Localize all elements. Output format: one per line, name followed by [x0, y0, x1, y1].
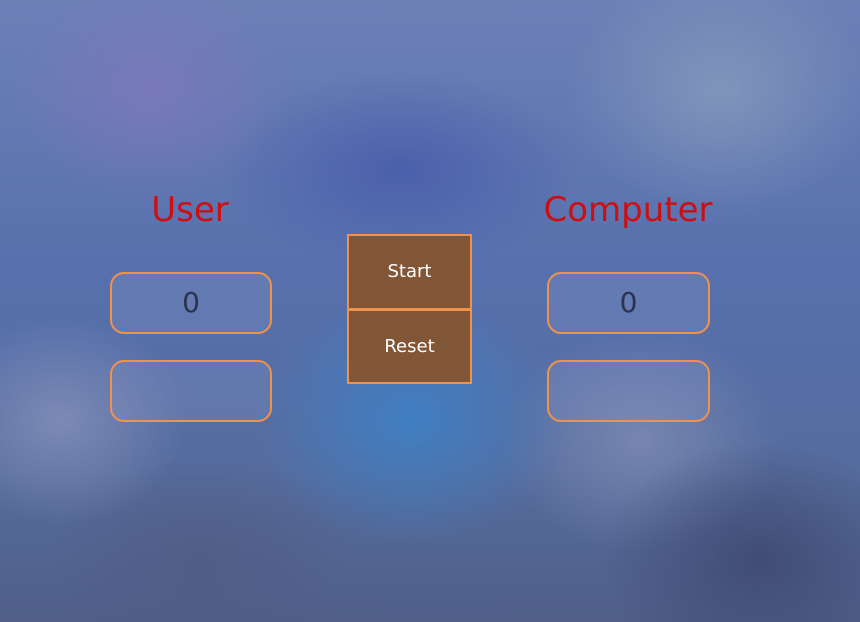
reset-button[interactable]: Reset — [347, 309, 472, 384]
user-choice-display — [110, 360, 272, 422]
start-button[interactable]: Start — [347, 234, 472, 310]
computer-heading: Computer — [543, 190, 713, 230]
user-score-display: 0 — [110, 272, 272, 334]
user-heading: User — [151, 190, 229, 230]
computer-choice-display — [547, 360, 710, 422]
computer-score-display: 0 — [547, 272, 710, 334]
